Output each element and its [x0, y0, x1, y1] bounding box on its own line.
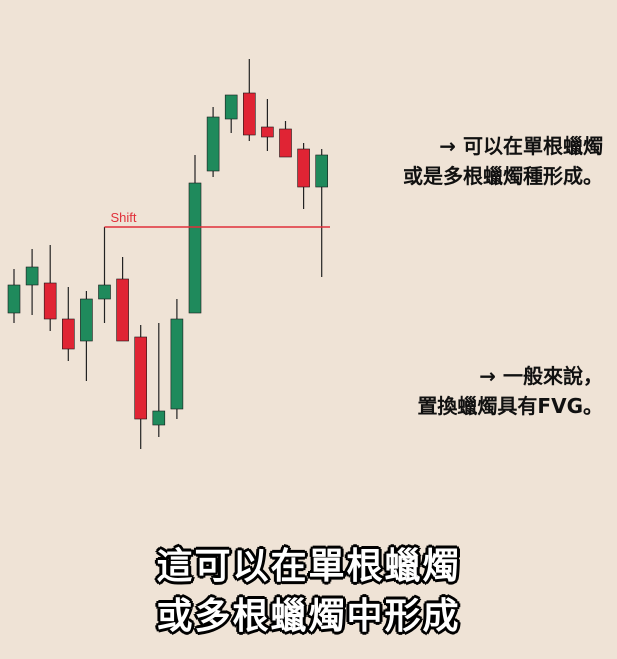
candle-body-bullish — [206, 116, 220, 172]
candle-body-bullish — [152, 410, 166, 426]
candle — [297, 143, 310, 209]
candle-body-bullish — [170, 318, 184, 410]
candle — [279, 121, 292, 158]
candle-body-bullish — [80, 298, 93, 342]
candle-body-bearish — [297, 148, 310, 188]
candle-body-bearish — [243, 92, 256, 136]
video-subtitle: 這可以在單根蠟燭 或多根蠟燭中形成 — [0, 542, 617, 642]
candle-body-bearish — [43, 282, 57, 320]
candle-body-bearish — [116, 278, 129, 342]
shift-label: Shift — [111, 210, 137, 225]
annotation-note-2-line-1: → 一般來說， — [479, 364, 603, 388]
candle-body-bullish — [315, 154, 329, 188]
annotation-note-1: → 可以在單根蠟燭 或是多根蠟燭種形成。 — [403, 131, 603, 191]
candle — [261, 99, 274, 151]
candle — [206, 107, 220, 177]
candle-body-bullish — [98, 284, 111, 300]
candle-body-bearish — [279, 128, 292, 158]
candle — [7, 269, 21, 323]
candle — [170, 299, 184, 419]
candle — [152, 323, 166, 437]
candle-body-bullish — [25, 266, 39, 286]
candle-body-bullish — [224, 94, 238, 120]
annotation-note-1-line-1: → 可以在單根蠟燭 — [439, 134, 603, 158]
candle — [80, 291, 93, 381]
candle-body-bullish — [188, 182, 202, 314]
candle — [98, 227, 111, 323]
candle-body-bearish — [61, 318, 75, 350]
candle — [224, 94, 238, 133]
candle-body-bearish — [134, 336, 147, 420]
candle — [116, 257, 129, 342]
subtitle-line-1: 這可以在單根蠟燭 — [156, 546, 461, 587]
annotation-note-1-line-2: 或是多根蠟燭種形成。 — [403, 164, 603, 188]
candle-body-bullish — [7, 284, 21, 314]
candlestick-chart: Shift — [7, 59, 330, 449]
subtitle-line-2: 或多根蠟燭中形成 — [156, 596, 461, 637]
candle — [188, 155, 202, 314]
candle — [134, 325, 147, 449]
candle — [25, 249, 39, 315]
candle — [43, 245, 57, 331]
candles-layer — [7, 59, 329, 449]
candle — [315, 149, 329, 277]
annotation-note-2: → 一般來說， 置換蠟燭具有FVG。 — [417, 361, 603, 421]
candle-body-bearish — [261, 126, 274, 138]
annotation-note-2-line-2: 置換蠟燭具有FVG。 — [417, 394, 603, 418]
candle — [61, 287, 75, 361]
candle — [243, 59, 256, 141]
